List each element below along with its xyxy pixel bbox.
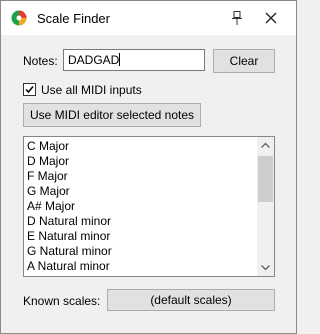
scroll-down-arrow-icon[interactable]	[257, 259, 274, 276]
notes-input[interactable]: DADGAD	[63, 49, 205, 71]
known-scales-label: Known scales:	[23, 294, 101, 308]
known-scales-button[interactable]: (default scales)	[107, 289, 275, 311]
notes-input-value: DADGAD	[68, 53, 120, 67]
scale-list-item[interactable]: G Major	[27, 184, 257, 199]
clear-button[interactable]: Clear	[213, 49, 275, 73]
scale-list-item[interactable]: A# Major	[27, 199, 257, 214]
window-title: Scale Finder	[37, 11, 110, 26]
notes-label: Notes:	[23, 54, 58, 68]
scale-list-item[interactable]: B Natural minor	[27, 274, 257, 276]
close-icon[interactable]	[263, 10, 279, 26]
scale-list-item[interactable]: D Natural minor	[27, 214, 257, 229]
scales-list-scrollbar[interactable]	[257, 137, 274, 276]
scrollbar-thumb[interactable]	[258, 156, 273, 202]
scale-finder-window: Scale Finder Notes: DADGAD Clear Use all…	[0, 0, 297, 334]
scale-list-item[interactable]: G Natural minor	[27, 244, 257, 259]
checkmark-icon	[25, 86, 34, 94]
use-midi-editor-selected-notes-button[interactable]: Use MIDI editor selected notes	[23, 103, 201, 127]
use-all-midi-inputs-checkbox[interactable]	[23, 83, 36, 96]
scale-list-item[interactable]: A Natural minor	[27, 259, 257, 274]
scroll-up-arrow-icon[interactable]	[257, 137, 274, 154]
scale-list-item[interactable]: D Major	[27, 154, 257, 169]
scales-list[interactable]: C Major D Major F Major G Major A# Major D Na…	[23, 136, 275, 277]
app-logo-icon	[11, 10, 27, 26]
scale-list-item[interactable]: E Natural minor	[27, 229, 257, 244]
pin-icon[interactable]	[229, 10, 245, 26]
title-bar[interactable]: Scale Finder	[1, 1, 296, 35]
scale-list-item[interactable]: F Major	[27, 169, 257, 184]
scales-list-items: C Major D Major F Major G Major A# Major D Na…	[27, 139, 257, 276]
use-all-midi-inputs-label: Use all MIDI inputs	[41, 83, 142, 97]
scale-list-item[interactable]: C Major	[27, 139, 257, 154]
text-caret	[119, 53, 121, 66]
